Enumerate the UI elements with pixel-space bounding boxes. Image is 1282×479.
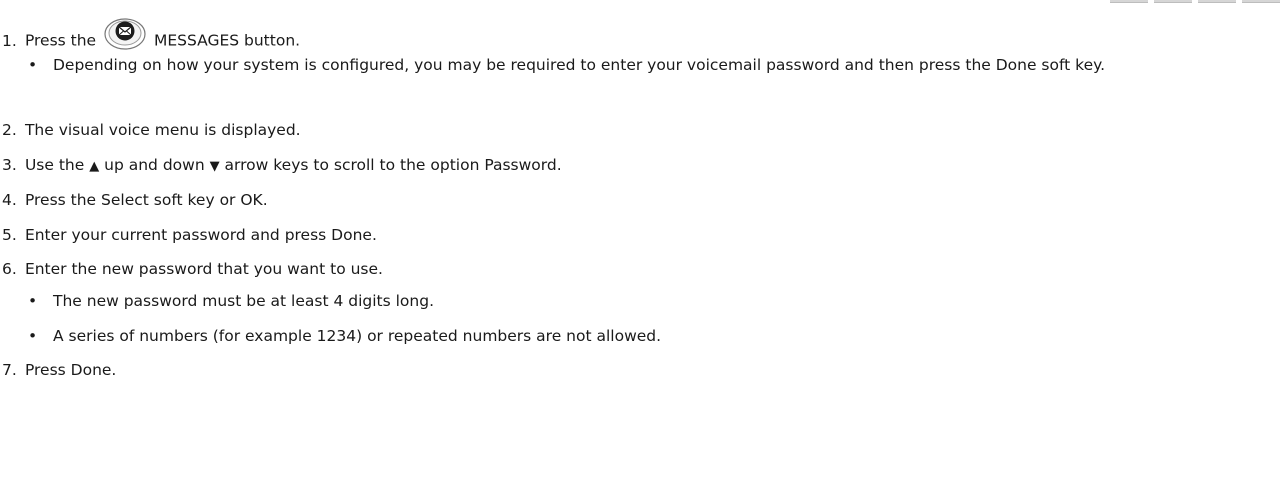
nav-button[interactable] [1110, 0, 1148, 3]
bullet-text: A series of numbers (for example 1234) o… [53, 327, 662, 345]
down-arrow-icon: ▼ [209, 159, 220, 174]
step-6: 6. Enter the new password that you want … [2, 259, 383, 279]
bullet-text: The new password must be at least 4 digi… [53, 292, 434, 310]
step-2: 2. The visual voice menu is displayed. [2, 120, 301, 140]
step-7: 7. Press Done. [2, 360, 116, 380]
step-number: 4. [2, 191, 17, 209]
nav-button[interactable] [1154, 0, 1192, 3]
bullet-dot: • [28, 327, 38, 345]
step-text: The visual voice menu is displayed. [24, 121, 301, 139]
nav-button[interactable] [1242, 0, 1280, 3]
step-4: 4. Press the Select soft key or OK. [2, 190, 268, 210]
step-text: Use the [24, 156, 85, 174]
step-text: Enter your current password and press Do… [24, 226, 377, 244]
step-number: 6. [2, 260, 17, 278]
step-text: up and down [104, 156, 205, 174]
step-number: 1. [2, 31, 17, 50]
list-item: • A series of numbers (for example 1234)… [28, 324, 1253, 348]
step-text: Press the [24, 31, 97, 50]
top-nav-buttons [1110, 0, 1280, 4]
step-5: 5. Enter your current password and press… [2, 225, 377, 245]
nav-button[interactable] [1198, 0, 1236, 3]
bullet-dot: • [28, 56, 38, 74]
step-text: arrow keys to scroll to the option Passw… [224, 156, 562, 174]
step-number: 7. [2, 361, 17, 379]
bullet-text: Depending on how your system is configur… [53, 56, 1106, 74]
step-text: MESSAGES button. [153, 31, 301, 50]
list-item: • The new password must be at least 4 di… [28, 289, 1253, 313]
list-item: • Depending on how your system is config… [28, 53, 1253, 77]
step-text: Press Done. [24, 361, 117, 379]
messages-envelope-icon [103, 15, 147, 51]
step-number: 3. [2, 156, 17, 174]
step-number: 2. [2, 121, 17, 139]
step-text: Enter the new password that you want to … [24, 260, 383, 278]
bullet-dot: • [28, 292, 38, 310]
step-text: Press the Select soft key or OK. [24, 191, 268, 209]
up-arrow-icon: ▲ [89, 159, 100, 174]
step-number: 5. [2, 226, 17, 244]
step-3: 3. Use the ▲ up and down ▼ arrow keys to… [2, 155, 562, 177]
